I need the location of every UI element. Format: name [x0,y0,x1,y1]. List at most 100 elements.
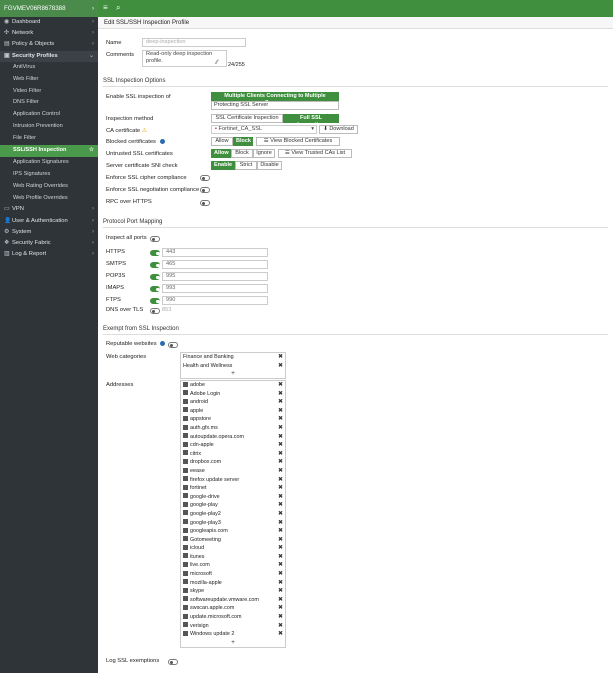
remove-icon[interactable]: ✖ [278,630,283,639]
method-cert-inspection[interactable]: SSL Certificate Inspection [211,114,283,123]
sidebar-item-dashboard[interactable]: ◉ Dashboard › [0,17,98,28]
comments-textarea[interactable]: Read-only deep inspection profile. [142,50,227,67]
remove-icon[interactable]: ✖ [278,604,283,613]
list-item[interactable]: itunes ✖ [181,553,285,562]
remove-icon[interactable]: ✖ [278,407,283,416]
list-item[interactable]: Adobe Login ✖ [181,390,285,399]
sidebar-item-user-authentication[interactable]: 👤User & Authentication › [0,216,98,227]
dns-over-tls-toggle[interactable] [150,308,160,314]
remove-icon[interactable]: ✖ [278,398,283,407]
remove-icon[interactable]: ✖ [278,579,283,588]
add-entry-button[interactable]: + [181,639,285,647]
add-entry-button[interactable]: + [181,370,285,378]
sidebar-item-vpn[interactable]: ▭ VPN › [0,204,98,215]
list-item[interactable]: mozilla-apple ✖ [181,579,285,588]
info-icon[interactable] [160,341,166,346]
remove-icon[interactable]: ✖ [278,561,283,570]
remove-icon[interactable]: ✖ [278,587,283,596]
cipher-compliance-toggle[interactable] [200,175,210,181]
reputable-websites-toggle[interactable] [168,342,178,348]
remove-icon[interactable]: ✖ [278,415,283,424]
list-item[interactable]: Gotomeeting ✖ [181,536,285,545]
remove-icon[interactable]: ✖ [278,570,283,579]
negotiation-compliance-toggle[interactable] [200,187,210,193]
remove-icon[interactable]: ✖ [278,390,283,399]
list-item[interactable]: verisign ✖ [181,622,285,631]
list-item[interactable]: googleapis.com ✖ [181,527,285,536]
port-toggle-imaps[interactable] [150,286,160,292]
remove-icon[interactable]: ✖ [278,501,283,510]
port-input-imaps[interactable]: 993 [162,284,268,293]
search-icon[interactable]: ⌕ [116,3,120,13]
list-item[interactable]: icloud ✖ [181,544,285,553]
list-item[interactable]: citrix ✖ [181,450,285,459]
remove-icon[interactable]: ✖ [278,544,283,553]
sni-disable-button[interactable]: Disable [257,161,282,170]
sidebar-item-system[interactable]: ⚙ System › [0,227,98,238]
untrusted-allow-button[interactable]: Allow [211,149,231,158]
sidebar-item-security-fabric[interactable]: ❖ Security Fabric › [0,238,98,249]
remove-icon[interactable]: ✖ [278,458,283,467]
remove-icon[interactable]: ✖ [278,622,283,631]
list-item[interactable]: swscan.apple.com ✖ [181,604,285,613]
sidebar-subitem-application-control[interactable]: Application Control [0,109,98,121]
list-item[interactable]: skype ✖ [181,587,285,596]
list-item[interactable]: adobe ✖ [181,381,285,390]
remove-icon[interactable]: ✖ [278,381,283,390]
list-item[interactable]: auth.gfx.ms ✖ [181,424,285,433]
untrusted-block-button[interactable]: Block [231,149,253,158]
list-item[interactable]: dropbox.com ✖ [181,458,285,467]
list-item[interactable]: microsoft ✖ [181,570,285,579]
remove-icon[interactable]: ✖ [278,433,283,442]
list-item[interactable]: google-drive ✖ [181,493,285,502]
device-selector[interactable]: FGVMEV06R8678388 › [0,0,98,17]
sidebar-subitem-web-filter[interactable]: Web Filter [0,74,98,86]
list-item[interactable]: cdn-apple ✖ [181,441,285,450]
port-input-smtps[interactable]: 465 [162,260,268,269]
rpc-over-https-toggle[interactable] [200,200,210,206]
list-item[interactable]: Health and Wellness ✖ [181,362,285,371]
remove-icon[interactable]: ✖ [278,424,283,433]
port-input-pop3s[interactable]: 995 [162,272,268,281]
remove-icon[interactable]: ✖ [278,510,283,519]
sidebar-subitem-ssl-ssh-inspection[interactable]: SSL/SSH Inspection ☆ [0,144,98,157]
sidebar-item-network[interactable]: ✣ Network › [0,28,98,39]
option-protecting-server[interactable]: Protecting SSL Server [211,101,339,110]
list-item[interactable]: google-play2 ✖ [181,510,285,519]
blocked-block-button[interactable]: Block [233,137,253,146]
list-item[interactable]: google-play3 ✖ [181,519,285,528]
untrusted-ignore-button[interactable]: Ignore [253,149,275,158]
remove-icon[interactable]: ✖ [278,450,283,459]
method-full-inspection[interactable]: Full SSL Inspection [283,114,339,128]
sidebar-subitem-antivirus[interactable]: AntiVirus [0,62,98,74]
remove-icon[interactable]: ✖ [278,519,283,528]
port-toggle-smtps[interactable] [150,262,160,268]
remove-icon[interactable]: ✖ [278,467,283,476]
log-ssl-exemptions-toggle[interactable] [168,659,178,665]
menu-icon[interactable]: ≡ [103,3,108,12]
port-toggle-ftps[interactable] [150,298,160,304]
view-blocked-certificates-button[interactable]: ☰ View Blocked Certificates [256,137,340,146]
sidebar-subitem-file-filter[interactable]: File Filter [0,133,98,145]
list-item[interactable]: fortinet ✖ [181,484,285,493]
list-item[interactable]: softwareupdate.vmware.com ✖ [181,596,285,605]
remove-icon[interactable]: ✖ [278,353,283,362]
remove-icon[interactable]: ✖ [278,484,283,493]
remove-icon[interactable]: ✖ [278,493,283,502]
sidebar-subitem-application-signatures[interactable]: Application Signatures [0,157,98,169]
remove-icon[interactable]: ✖ [278,362,283,371]
sidebar-subitem-intrusion-prevention[interactable]: Intrusion Prevention [0,121,98,133]
list-item[interactable]: Windows update 2 ✖ [181,630,285,639]
list-item[interactable]: eease ✖ [181,467,285,476]
remove-icon[interactable]: ✖ [278,527,283,536]
sidebar-subitem-web-profile-overrides[interactable]: Web Profile Overrides [0,193,98,205]
sidebar-item-security-profiles[interactable]: ▣ Security Profiles ⌄ [0,50,98,62]
option-multiple-clients[interactable]: Multiple Clients Connecting to Multiple … [211,92,339,106]
sidebar-item-log-report[interactable]: ▥ Log & Report › [0,249,98,260]
remove-icon[interactable]: ✖ [278,553,283,562]
remove-icon[interactable]: ✖ [278,476,283,485]
remove-icon[interactable]: ✖ [278,536,283,545]
list-item[interactable]: android ✖ [181,398,285,407]
list-item[interactable]: live.com ✖ [181,561,285,570]
list-item[interactable]: appstore ✖ [181,415,285,424]
